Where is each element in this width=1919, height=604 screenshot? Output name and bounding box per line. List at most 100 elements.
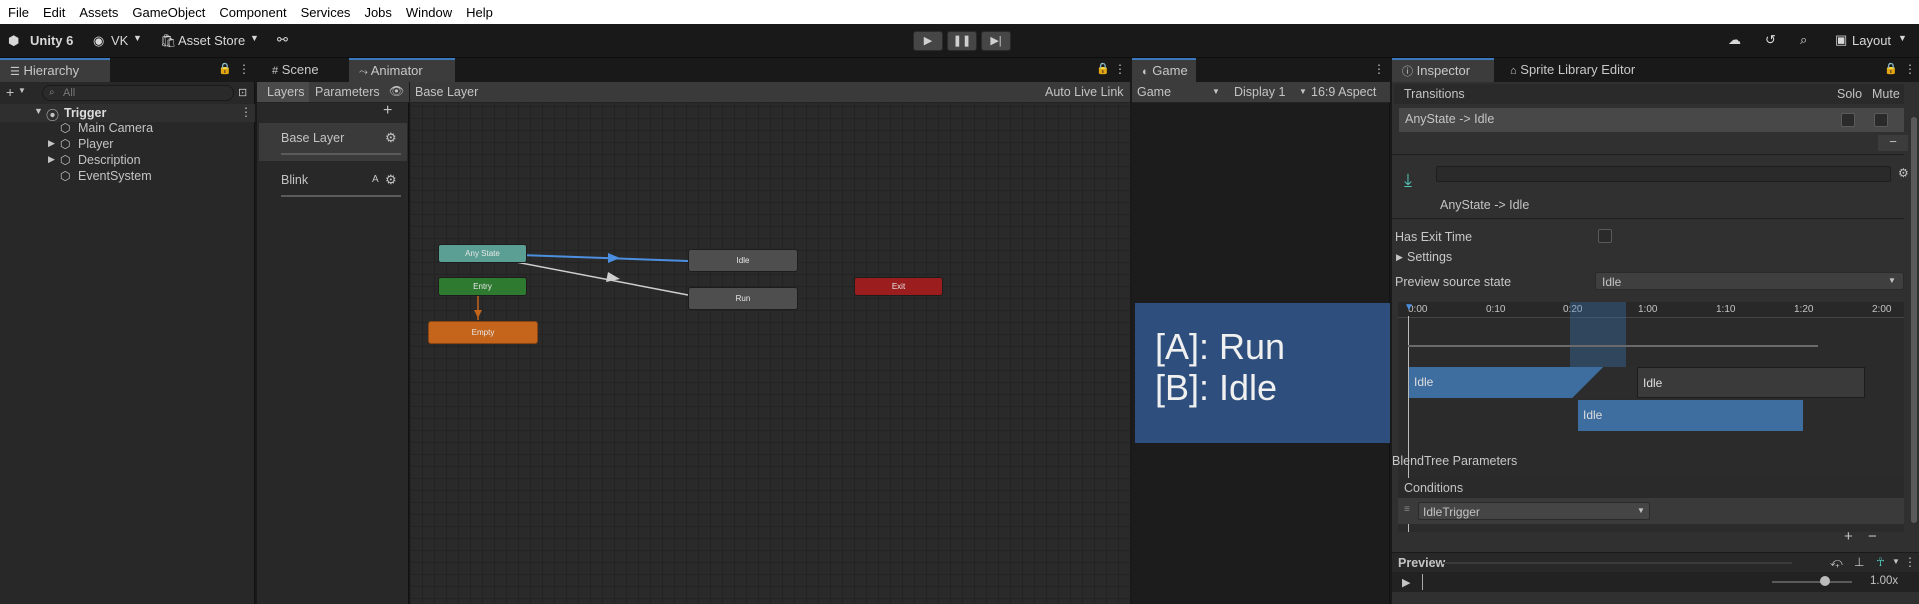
tab-animator[interactable]: ⤳ Animator (349, 58, 455, 82)
cloud-icon[interactable]: ☁ (1728, 32, 1741, 48)
menu-edit[interactable]: Edit (43, 5, 65, 20)
list-item[interactable]: ⬡ Main Camera (0, 120, 255, 136)
menu-jobs[interactable]: Jobs (364, 5, 391, 20)
gear-icon[interactable]: ⚙ (1898, 166, 1909, 180)
more-icon[interactable]: ⋮ (1904, 555, 1916, 569)
add-icon[interactable]: + (6, 84, 14, 100)
menu-assets[interactable]: Assets (79, 5, 118, 20)
transition-list-item[interactable]: AnyState -> Idle (1399, 108, 1904, 132)
tab-scene[interactable]: # Scene (262, 58, 336, 82)
more-icon[interactable]: ⋮ (1373, 62, 1385, 76)
mute-checkbox[interactable] (1874, 113, 1888, 127)
preview-timeline-cursor[interactable] (1422, 574, 1423, 590)
search-icon[interactable]: ⌕ (1800, 32, 1807, 48)
game-viewport[interactable]: [A]: Run [B]: Idle (1135, 303, 1390, 443)
clip-destination[interactable]: Idle (1637, 367, 1865, 398)
speed-slider-thumb[interactable] (1820, 576, 1830, 586)
lock-icon[interactable]: 🔒 (1884, 62, 1898, 75)
layer-item[interactable]: Blink A ⚙ (259, 165, 407, 203)
tab-parameters[interactable]: Parameters (315, 85, 380, 99)
lock-icon[interactable]: 🔒 (1096, 62, 1110, 75)
layout-dropdown[interactable]: Layout (1852, 33, 1891, 48)
condition-parameter-dropdown[interactable]: IdleTrigger ▼ (1418, 502, 1650, 520)
gear-icon[interactable]: ⚙ (385, 172, 397, 188)
additive-badge: A (372, 174, 379, 185)
preview-play-button[interactable]: ▶ (1402, 576, 1410, 589)
step-button[interactable]: ▶| (981, 31, 1011, 51)
animator-graph[interactable]: Base Layer Auto Live Link Any State Entr… (410, 82, 1130, 604)
clip-source[interactable]: Idle (1409, 367, 1637, 398)
layer-item[interactable]: Base Layer ⚙ (259, 123, 407, 161)
chevron-right-icon[interactable]: ▶ (48, 138, 55, 149)
menu-help[interactable]: Help (466, 5, 493, 20)
layer-weight-bar[interactable] (281, 153, 401, 155)
pivot-icon[interactable]: ⊥ (1854, 555, 1864, 569)
drag-handle-icon[interactable]: ≡ (1404, 504, 1410, 515)
chevron-right-icon[interactable]: ▶ (1396, 252, 1403, 263)
tab-sprite-library-editor[interactable]: ⌂ Sprite Library Editor (1500, 58, 1660, 82)
search-input[interactable]: ⌕ All (42, 85, 234, 101)
transition-name-field[interactable] (1436, 166, 1891, 182)
tab-inspector[interactable]: ⓘ Inspector (1392, 58, 1494, 82)
node-run[interactable]: Run (688, 287, 798, 310)
filter-icon[interactable]: ⊡ (238, 86, 247, 99)
speed-reset-icon[interactable]: ⤽ (1830, 555, 1843, 570)
node-any-state[interactable]: Any State (438, 244, 527, 263)
aspect-dropdown[interactable]: 16:9 Aspect (1311, 85, 1376, 99)
eye-icon[interactable]: 👁 (389, 84, 404, 98)
play-button[interactable]: ▶ (913, 31, 943, 51)
more-icon[interactable]: ⋮ (240, 105, 252, 119)
tab-sprite-library-label: Sprite Library Editor (1520, 62, 1636, 77)
lock-icon[interactable]: 🔒 (218, 62, 232, 75)
chevron-down-icon[interactable]: ▼ (34, 106, 43, 116)
inspector-scrollbar[interactable] (1911, 117, 1917, 523)
has-exit-time-checkbox[interactable] (1598, 229, 1612, 243)
menu-component[interactable]: Component (219, 5, 286, 20)
node-entry[interactable]: Entry (438, 277, 527, 296)
layer-weight-bar[interactable] (281, 195, 401, 197)
list-item[interactable]: ▶ ⬡ Player (0, 136, 255, 152)
preview-drag-bar[interactable] (1442, 562, 1792, 564)
history-icon[interactable]: ↺ (1765, 32, 1776, 48)
settings-foldout[interactable]: Settings (1407, 250, 1452, 264)
node-idle[interactable]: Idle (688, 249, 798, 272)
gear-icon[interactable]: ⚙ (385, 130, 397, 146)
node-empty[interactable]: Empty (428, 321, 538, 344)
remove-transition-button[interactable]: − (1878, 135, 1908, 151)
list-item[interactable]: ⬡ EventSystem (0, 168, 255, 184)
list-item[interactable]: ▶ ⬡ Description (0, 152, 255, 168)
speed-slider-track[interactable] (1772, 581, 1852, 583)
menu-services[interactable]: Services (301, 5, 351, 20)
tab-game[interactable]: ◐ Game (1132, 58, 1196, 82)
preview-source-dropdown[interactable]: Idle ▼ (1595, 272, 1904, 290)
layers-subbar: Layers Parameters 👁 (257, 82, 409, 103)
playhead-marker-icon[interactable]: ▼ (1404, 302, 1414, 313)
menu-window[interactable]: Window (406, 5, 452, 20)
more-icon[interactable]: ⋮ (238, 62, 250, 76)
menu-file[interactable]: File (8, 5, 29, 20)
node-exit[interactable]: Exit (854, 277, 943, 296)
asset-store-dropdown[interactable]: Asset Store (178, 33, 245, 48)
chevron-down-icon[interactable]: ▼ (1892, 557, 1900, 566)
account-dropdown[interactable]: VK (111, 33, 128, 48)
add-condition-button[interactable]: + (1844, 528, 1853, 545)
pause-button[interactable]: ❚❚ (947, 31, 977, 51)
version-control-icon[interactable]: ⚯ (277, 32, 288, 48)
game-mode-dropdown[interactable]: Game (1137, 85, 1171, 99)
more-icon[interactable]: ⋮ (1114, 62, 1126, 76)
menu-gameobject[interactable]: GameObject (132, 5, 205, 20)
add-layer-icon[interactable]: + (383, 102, 392, 120)
display-dropdown[interactable]: Display 1 (1234, 85, 1285, 99)
unity-logo-icon[interactable]: ⬢ (8, 33, 19, 49)
transition-line-idle (519, 254, 689, 262)
clip-next[interactable]: Idle (1578, 400, 1803, 431)
tab-hierarchy[interactable]: ☰ Hierarchy (0, 58, 110, 82)
chevron-right-icon[interactable]: ▶ (48, 154, 55, 165)
more-icon[interactable]: ⋮ (1904, 62, 1916, 76)
account-icon[interactable]: ◉ (93, 33, 104, 49)
solo-checkbox[interactable] (1841, 113, 1855, 127)
remove-condition-button[interactable]: − (1868, 528, 1877, 545)
chevron-down-icon[interactable]: ▼ (18, 86, 26, 95)
condition-row[interactable]: ≡ IdleTrigger ▼ (1398, 498, 1904, 524)
avatar-icon[interactable]: ☥ (1876, 555, 1885, 569)
